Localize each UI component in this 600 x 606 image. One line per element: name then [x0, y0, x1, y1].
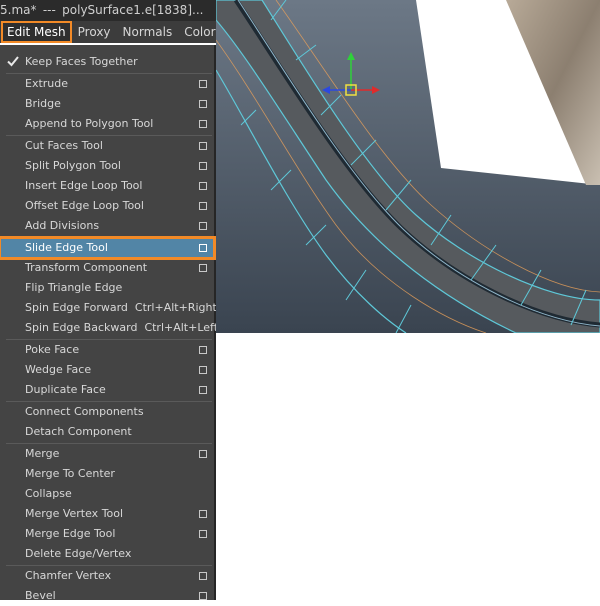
option-box-icon[interactable]: [199, 530, 207, 538]
menu-item-add-divisions[interactable]: Add Divisions: [0, 216, 214, 236]
menu-item-merge-to-center[interactable]: Merge To Center: [0, 464, 214, 484]
shortcut-label: Ctrl+Alt+Left: [144, 321, 219, 334]
menu-item-merge[interactable]: Merge: [0, 444, 214, 464]
checkmark-icon: [7, 56, 19, 67]
option-box-icon[interactable]: [199, 572, 207, 580]
menu-edit-mesh[interactable]: Edit Mesh: [1, 21, 72, 43]
menu-item-keep-faces-together[interactable]: Keep Faces Together: [0, 52, 214, 72]
option-box-icon[interactable]: [199, 510, 207, 518]
3d-viewport[interactable]: [216, 0, 600, 333]
menu-item-detach-component[interactable]: Detach Component: [0, 422, 214, 442]
menu-normals[interactable]: Normals: [117, 21, 179, 43]
menu-item-transform-component[interactable]: Transform Component: [0, 258, 214, 278]
option-box-icon[interactable]: [199, 592, 207, 600]
menu-color[interactable]: Color: [178, 21, 216, 43]
option-box-icon[interactable]: [199, 202, 207, 210]
option-box-icon[interactable]: [199, 182, 207, 190]
menu-bar: Edit Mesh Proxy Normals Color Cr: [0, 21, 216, 43]
title-selection: polySurface1.e[1838]...: [62, 3, 204, 17]
option-box-icon[interactable]: [199, 244, 207, 252]
menu-item-flip-triangle-edge[interactable]: Flip Triangle Edge: [0, 278, 214, 298]
menu-item-merge-edge-tool[interactable]: Merge Edge Tool: [0, 524, 214, 544]
window-title-bar: 5.ma* --- polySurface1.e[1838]...: [0, 0, 216, 21]
option-box-icon[interactable]: [199, 346, 207, 354]
menu-item-cut-faces-tool[interactable]: Cut Faces Tool: [0, 136, 214, 156]
option-box-icon[interactable]: [199, 264, 207, 272]
option-box-icon[interactable]: [199, 366, 207, 374]
title-separator: ---: [42, 3, 56, 17]
edit-mesh-dropdown: Keep Faces Together Extrude Bridge Appen…: [0, 45, 218, 602]
option-box-icon[interactable]: [199, 222, 207, 230]
menu-item-slide-edge-tool[interactable]: Slide Edge Tool: [0, 236, 216, 260]
option-box-icon[interactable]: [199, 386, 207, 394]
menu-item-collapse[interactable]: Collapse: [0, 484, 214, 504]
menu-item-connect-components[interactable]: Connect Components: [0, 402, 214, 422]
menu-item-delete-edge-vertex[interactable]: Delete Edge/Vertex: [0, 544, 214, 564]
option-box-icon[interactable]: [199, 80, 207, 88]
shortcut-label: Ctrl+Alt+Right: [134, 301, 217, 314]
menu-item-spin-edge-backward[interactable]: Spin Edge Backward Ctrl+Alt+Left: [0, 318, 218, 338]
menu-item-offset-edge-loop-tool[interactable]: Offset Edge Loop Tool: [0, 196, 214, 216]
menu-item-bevel[interactable]: Bevel: [0, 586, 214, 606]
title-file-name: 5.ma*: [0, 3, 37, 17]
option-box-icon[interactable]: [199, 120, 207, 128]
menu-item-spin-edge-forward[interactable]: Spin Edge Forward Ctrl+Alt+Right: [0, 298, 217, 318]
menu-item-merge-vertex-tool[interactable]: Merge Vertex Tool: [0, 504, 214, 524]
menu-item-extrude[interactable]: Extrude: [0, 74, 214, 94]
option-box-icon[interactable]: [199, 450, 207, 458]
menu-item-insert-edge-loop-tool[interactable]: Insert Edge Loop Tool: [0, 176, 214, 196]
menu-item-bridge[interactable]: Bridge: [0, 94, 214, 114]
menu-item-duplicate-face[interactable]: Duplicate Face: [0, 380, 214, 400]
menu-item-split-polygon-tool[interactable]: Split Polygon Tool: [0, 156, 214, 176]
menu-proxy[interactable]: Proxy: [72, 21, 117, 43]
menu-item-wedge-face[interactable]: Wedge Face: [0, 360, 214, 380]
menu-item-chamfer-vertex[interactable]: Chamfer Vertex: [0, 566, 214, 586]
option-box-icon[interactable]: [199, 100, 207, 108]
viewport-scene: [216, 0, 600, 333]
menu-item-poke-face[interactable]: Poke Face: [0, 340, 214, 360]
option-box-icon[interactable]: [199, 162, 207, 170]
menu-item-append-to-polygon-tool[interactable]: Append to Polygon Tool: [0, 114, 214, 134]
option-box-icon[interactable]: [199, 142, 207, 150]
